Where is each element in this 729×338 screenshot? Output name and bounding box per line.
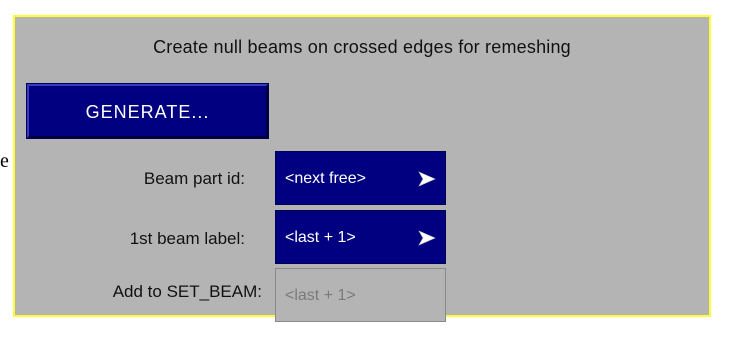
generate-button[interactable]: GENERATE... xyxy=(26,83,269,139)
beam-part-id-label: Beam part id: xyxy=(143,169,245,188)
beam-part-id-value: <next free> xyxy=(285,170,366,187)
beam-part-id-selector[interactable]: <next free> xyxy=(275,151,446,205)
null-beams-panel: Create null beams on crossed edges for r… xyxy=(13,15,711,322)
add-to-set-beam-field: <last + 1> xyxy=(275,268,446,322)
add-to-set-beam-label: Add to SET_BEAM: xyxy=(112,282,262,301)
first-beam-label-value: <last + 1> xyxy=(285,229,356,246)
first-beam-label-label: 1st beam label: xyxy=(129,229,245,248)
arrow-right-icon xyxy=(418,171,436,187)
panel-title: Create null beams on crossed edges for r… xyxy=(153,37,571,57)
stray-text-fragment: e xyxy=(0,150,9,172)
first-beam-label-selector[interactable]: <last + 1> xyxy=(275,210,446,264)
arrow-right-icon xyxy=(418,230,436,246)
add-to-set-beam-value: <last + 1> xyxy=(285,287,356,304)
